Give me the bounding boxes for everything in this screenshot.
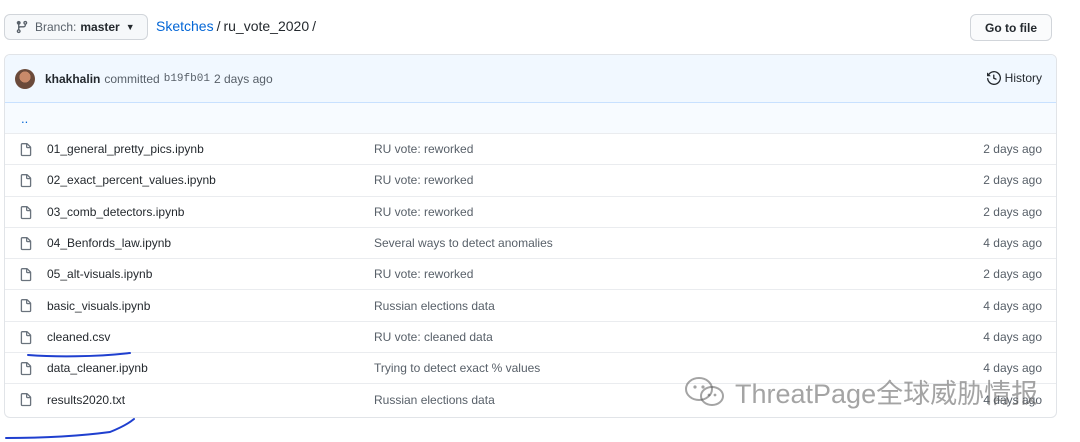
file-commit-message-link[interactable]: RU vote: reworked	[374, 205, 473, 219]
repo-toolbar: Branch: master ▼ Sketches / ru_vote_2020/ …	[4, 14, 1052, 42]
watermark-text: ThreatPage全球威胁情报	[735, 379, 1039, 409]
breadcrumb-root-link[interactable]: Sketches	[156, 18, 214, 34]
file-commit-message-link[interactable]: RU vote: reworked	[374, 142, 473, 156]
file-icon	[20, 205, 32, 219]
file-name-link[interactable]: 04_Benfords_law.ipynb	[47, 236, 171, 250]
file-row[interactable]: 01_general_pretty_pics.ipynb RU vote: rew…	[5, 134, 1056, 166]
file-name-link[interactable]: 03_comb_detectors.ipynb	[47, 205, 184, 219]
commit-age: 2 days ago	[213, 71, 273, 86]
file-name-link[interactable]: 02_exact_percent_values.ipynb	[47, 173, 216, 187]
file-icon	[20, 299, 32, 313]
file-row[interactable]: 05_alt-visuals.ipynb RU vote: reworked 2 d…	[5, 259, 1056, 291]
file-icon	[20, 330, 32, 344]
file-name-link[interactable]: data_cleaner.ipynb	[47, 361, 148, 375]
file-icon	[20, 174, 32, 188]
file-row[interactable]: cleaned.csv RU vote: cleaned data 4 days a…	[5, 322, 1056, 354]
file-commit-message-link[interactable]: RU vote: cleaned data	[374, 330, 493, 344]
branch-name: master	[80, 20, 120, 34]
file-name-link[interactable]: cleaned.csv	[47, 330, 110, 344]
parent-directory-link[interactable]: ..	[5, 103, 1056, 134]
file-row[interactable]: 04_Benfords_law.ipynb Several ways to det…	[5, 228, 1056, 260]
breadcrumb-separator: /	[216, 18, 221, 34]
file-row[interactable]: 02_exact_percent_values.ipynb RU vote: re…	[5, 165, 1056, 197]
branch-prefix: Branch:	[35, 20, 77, 34]
file-age: 2 days ago	[983, 142, 1042, 157]
file-browser: khakhalin committed b19fb01 2 days ago H…	[4, 54, 1057, 418]
file-icon	[20, 236, 32, 251]
file-commit-message-link[interactable]: Russian elections data	[374, 393, 495, 407]
file-age: 4 days ago	[983, 236, 1042, 251]
file-commit-message-link[interactable]: Russian elections data	[374, 299, 495, 313]
history-link[interactable]: History	[986, 71, 1042, 85]
file-commit-message-link[interactable]: RU vote: reworked	[374, 173, 473, 187]
file-row[interactable]: 03_comb_detectors.ipynb RU vote: reworked…	[5, 197, 1056, 228]
file-name-link[interactable]: 05_alt-visuals.ipynb	[47, 267, 152, 281]
watermark: ThreatPage全球威胁情报	[683, 372, 1038, 411]
history-label: History	[1004, 71, 1042, 85]
file-age: 2 days ago	[983, 204, 1042, 219]
avatar[interactable]	[15, 68, 35, 89]
commit-author-link[interactable]: khakhalin	[45, 72, 100, 86]
breadcrumb-current: ru_vote_2020	[223, 18, 310, 34]
file-icon	[20, 268, 32, 282]
chevron-down-icon: ▼	[125, 22, 135, 32]
file-age: 4 days ago	[983, 329, 1042, 344]
annotation-underline-results	[5, 418, 135, 439]
commit-verb: committed	[104, 71, 160, 86]
file-commit-message-link[interactable]: Trying to detect exact % values	[374, 361, 540, 375]
branch-selector-button[interactable]: Branch: master ▼	[4, 14, 148, 40]
wechat-icon	[685, 376, 724, 406]
file-row[interactable]: basic_visuals.ipynb Russian elections dat…	[5, 290, 1056, 322]
file-name-link[interactable]: 01_general_pretty_pics.ipynb	[47, 142, 204, 156]
file-icon	[20, 362, 32, 376]
file-age: 2 days ago	[983, 173, 1042, 188]
breadcrumb-separator: /	[312, 18, 317, 34]
file-icon	[20, 393, 32, 407]
commit-sha-link[interactable]: b19fb01	[164, 73, 210, 85]
file-age: 2 days ago	[983, 267, 1042, 282]
breadcrumb: Sketches / ru_vote_2020/	[156, 18, 319, 34]
git-branch-icon	[15, 20, 29, 34]
file-name-link[interactable]: results2020.txt	[47, 393, 125, 407]
latest-commit-bar: khakhalin committed b19fb01 2 days ago H…	[5, 55, 1056, 103]
file-commit-message-link[interactable]: Several ways to detect anomalies	[374, 236, 553, 250]
file-age: 4 days ago	[983, 298, 1042, 313]
file-icon	[20, 143, 32, 157]
file-name-link[interactable]: basic_visuals.ipynb	[47, 299, 150, 313]
go-to-file-button[interactable]: Go to file	[970, 14, 1052, 41]
file-commit-message-link[interactable]: RU vote: reworked	[374, 267, 473, 281]
history-icon	[986, 71, 1001, 85]
